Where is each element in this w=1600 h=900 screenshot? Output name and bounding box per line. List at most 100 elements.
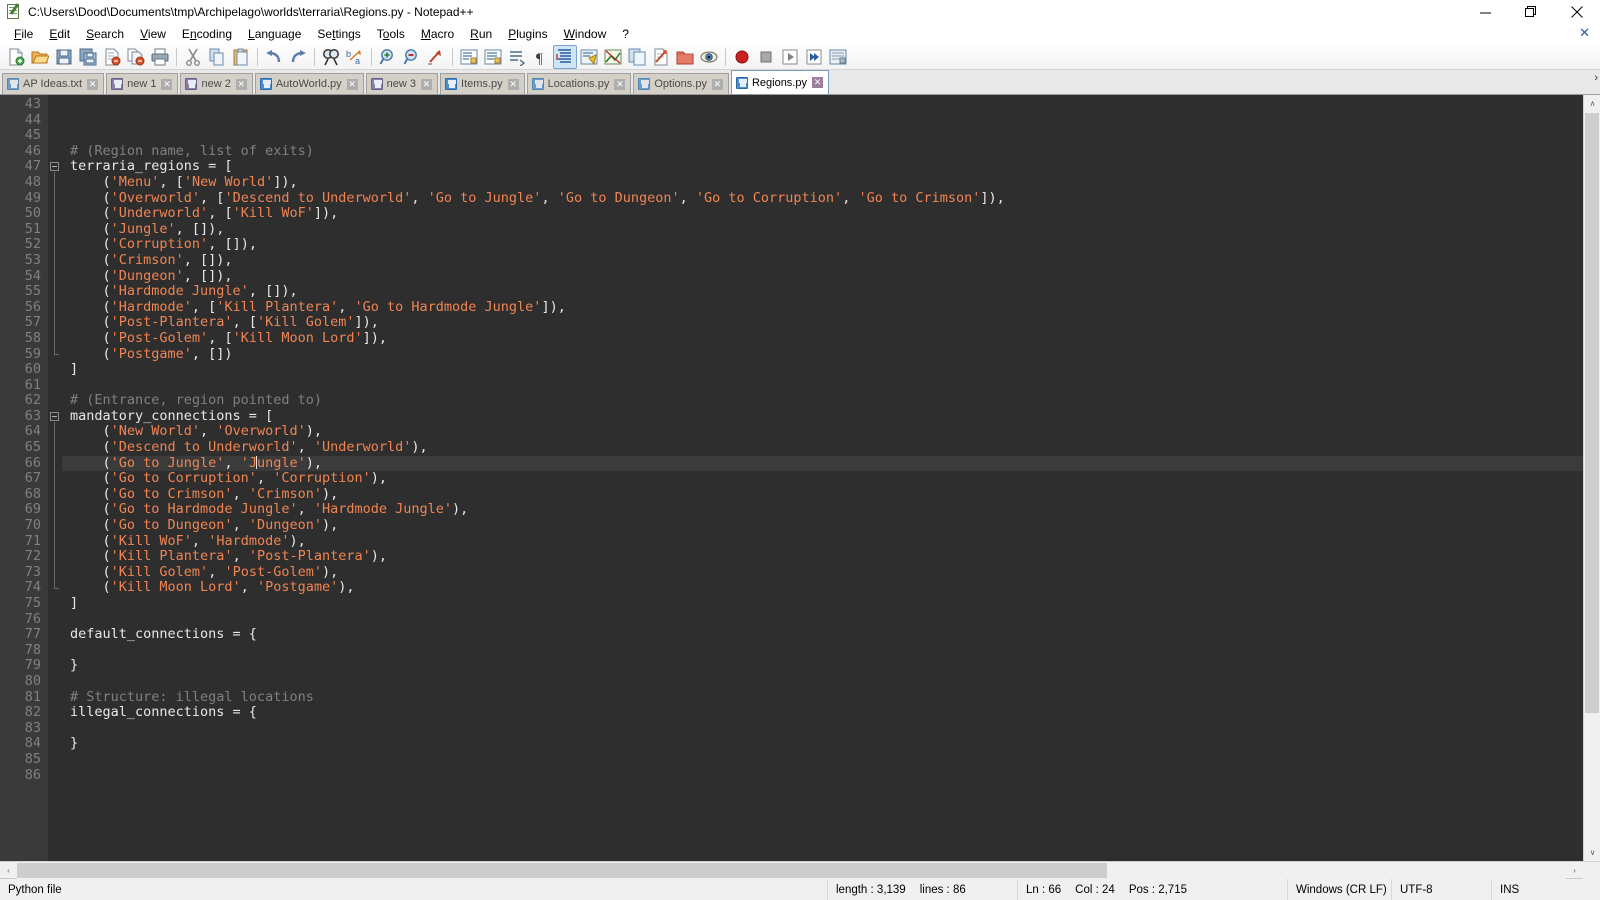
close-window-button[interactable] <box>1554 0 1600 24</box>
tab-close-icon[interactable]: ✕ <box>712 79 723 90</box>
all-chars-icon[interactable] <box>481 45 505 69</box>
code-line[interactable]: illegal_connections = { <box>62 705 1583 721</box>
tab-close-icon[interactable]: ✕ <box>87 79 98 90</box>
code-line[interactable]: ('Hardmode Jungle', []), <box>62 284 1583 300</box>
code-line[interactable]: ('Go to Corruption', 'Corruption'), <box>62 471 1583 487</box>
collapse-all-icon[interactable] <box>553 45 577 69</box>
code-line[interactable]: mandatory_connections = [ <box>62 409 1583 425</box>
vertical-scrollbar-thumb[interactable] <box>1585 113 1599 713</box>
close-file-icon[interactable] <box>100 45 124 69</box>
code-line[interactable] <box>62 721 1583 737</box>
zoom-out-icon[interactable] <box>400 45 424 69</box>
menu-edit[interactable]: Edit <box>41 25 78 43</box>
sync-scroll-vertical-icon[interactable] <box>424 45 448 69</box>
close-all-files-icon[interactable] <box>124 45 148 69</box>
menu-macro[interactable]: Macro <box>413 25 462 43</box>
tabbar-scroll-right-icon[interactable]: › <box>1594 72 1598 84</box>
status-insert-mode[interactable]: INS <box>1492 879 1600 900</box>
minimize-button[interactable] <box>1462 0 1508 24</box>
code-line[interactable]: ] <box>62 596 1583 612</box>
tab-locations-py[interactable]: Locations.py ✕ <box>527 73 632 94</box>
horizontal-scrollbar-thumb[interactable] <box>17 863 1107 878</box>
code-line[interactable]: ('Hardmode', ['Kill Plantera', 'Go to Ha… <box>62 300 1583 316</box>
horizontal-scrollbar-track[interactable] <box>17 862 1566 879</box>
vertical-scrollbar[interactable]: ∧ ∨ <box>1583 95 1600 861</box>
code-line[interactable]: ('Postgame', []) <box>62 347 1583 363</box>
code-line[interactable]: # (Region name, list of exits) <box>62 144 1583 160</box>
run-macro-multiple-icon[interactable] <box>802 45 826 69</box>
find-icon[interactable] <box>319 45 343 69</box>
code-line[interactable]: ('Corruption', []), <box>62 237 1583 253</box>
code-line[interactable]: ('Jungle', []), <box>62 222 1583 238</box>
maximize-restore-button[interactable] <box>1508 0 1554 24</box>
word-wrap-icon[interactable] <box>457 45 481 69</box>
uncollapse-all-icon[interactable] <box>577 45 601 69</box>
code-line[interactable]: ('Kill WoF', 'Hardmode'), <box>62 534 1583 550</box>
code-line[interactable] <box>62 612 1583 628</box>
code-line[interactable]: terraria_regions = [ <box>62 159 1583 175</box>
record-macro-icon[interactable] <box>730 45 754 69</box>
pilcrow-icon[interactable]: ¶ <box>529 45 553 69</box>
menu-encoding[interactable]: Encoding <box>174 25 240 43</box>
code-line[interactable] <box>62 378 1583 394</box>
indent-guide-icon[interactable] <box>505 45 529 69</box>
code-line[interactable] <box>62 113 1583 129</box>
status-encoding[interactable]: UTF-8 <box>1392 879 1492 900</box>
tab-close-icon[interactable]: ✕ <box>161 79 172 90</box>
undo-icon[interactable] <box>262 45 286 69</box>
code-line[interactable]: ('Go to Jungle', 'Jungle'), <box>62 456 1583 472</box>
code-text-area[interactable]: # (Region name, list of exits)terraria_r… <box>62 95 1583 861</box>
code-line[interactable] <box>62 97 1583 113</box>
tab-regions-py[interactable]: Regions.py ✕ <box>731 70 829 94</box>
menu-help[interactable]: ? <box>614 25 637 43</box>
code-line[interactable]: } <box>62 658 1583 674</box>
stop-macro-icon[interactable] <box>754 45 778 69</box>
code-line[interactable] <box>62 128 1583 144</box>
status-eol-format[interactable]: Windows (CR LF) <box>1288 879 1392 900</box>
user-defined-language-icon[interactable] <box>601 45 625 69</box>
code-line[interactable] <box>62 752 1583 768</box>
code-line[interactable]: ('Go to Crimson', 'Crimson'), <box>62 487 1583 503</box>
code-line[interactable]: ('Kill Golem', 'Post-Golem'), <box>62 565 1583 581</box>
menu-file[interactable]: File <box>6 25 41 43</box>
tab-close-icon[interactable]: ✕ <box>236 79 247 90</box>
code-line[interactable]: ('Go to Dungeon', 'Dungeon'), <box>62 518 1583 534</box>
code-line[interactable]: ('Menu', ['New World']), <box>62 175 1583 191</box>
tab-close-icon[interactable]: ✕ <box>421 79 432 90</box>
code-line[interactable]: ('Dungeon', []), <box>62 269 1583 285</box>
code-line[interactable]: ('Go to Hardmode Jungle', 'Hardmode Jung… <box>62 502 1583 518</box>
code-line[interactable]: } <box>62 736 1583 752</box>
tab-close-icon[interactable]: ✕ <box>812 77 823 88</box>
code-line[interactable] <box>62 643 1583 659</box>
tab-new-3[interactable]: new 3 ✕ <box>366 73 438 94</box>
tab-new-1[interactable]: new 1 ✕ <box>106 73 178 94</box>
scroll-right-icon[interactable]: › <box>1566 862 1583 879</box>
tab-new-2[interactable]: new 2 ✕ <box>180 73 252 94</box>
horizontal-scrollbar[interactable]: ‹ › <box>0 861 1600 878</box>
scroll-down-icon[interactable]: ∨ <box>1584 844 1600 861</box>
folder-as-workspace-icon[interactable] <box>673 45 697 69</box>
code-line[interactable]: ('New World', 'Overworld'), <box>62 424 1583 440</box>
tab-close-icon[interactable]: ✕ <box>347 79 358 90</box>
code-line[interactable]: ('Post-Plantera', ['Kill Golem']), <box>62 315 1583 331</box>
menu-window[interactable]: Window <box>556 25 615 43</box>
code-line[interactable] <box>62 768 1583 784</box>
code-line[interactable] <box>62 674 1583 690</box>
fold-collapse-box[interactable] <box>50 412 59 421</box>
copy-icon[interactable] <box>205 45 229 69</box>
tab-options-py[interactable]: Options.py ✕ <box>633 73 729 94</box>
code-line[interactable]: ] <box>62 362 1583 378</box>
menu-tools[interactable]: Tools <box>369 25 413 43</box>
tab-close-icon[interactable]: ✕ <box>508 79 519 90</box>
menu-view[interactable]: View <box>132 25 174 43</box>
function-list-icon[interactable] <box>649 45 673 69</box>
code-line[interactable]: # (Entrance, region pointed to) <box>62 393 1583 409</box>
play-macro-icon[interactable] <box>778 45 802 69</box>
scroll-up-icon[interactable]: ∧ <box>1584 95 1600 112</box>
monitoring-icon[interactable] <box>697 45 721 69</box>
code-line[interactable]: ('Descend to Underworld', 'Underworld'), <box>62 440 1583 456</box>
save-all-icon[interactable] <box>76 45 100 69</box>
redo-icon[interactable] <box>286 45 310 69</box>
print-icon[interactable] <box>148 45 172 69</box>
tab-close-icon[interactable]: ✕ <box>614 79 625 90</box>
